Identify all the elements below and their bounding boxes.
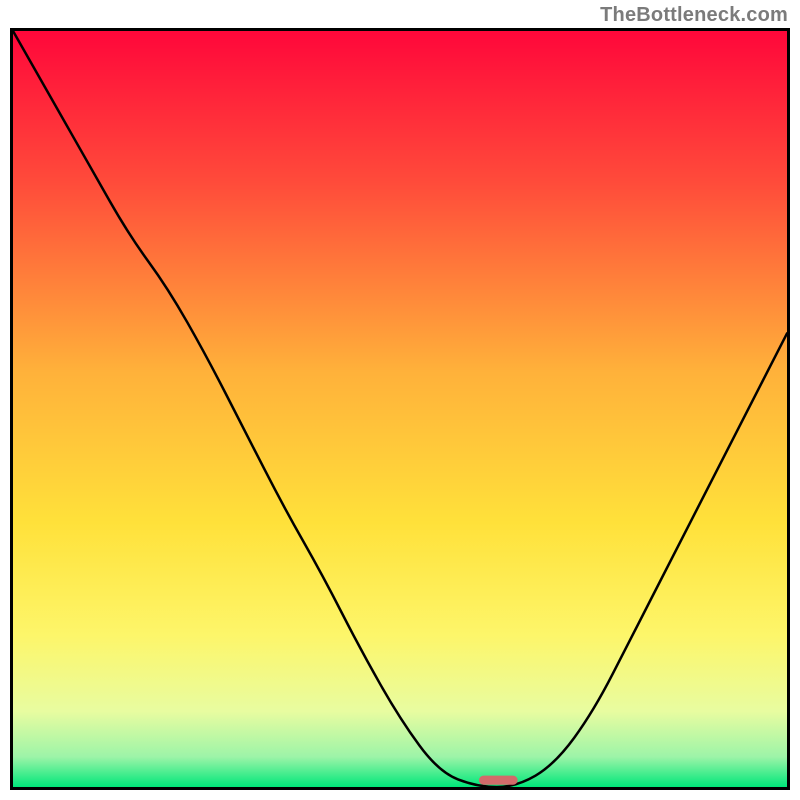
optimal-point-marker <box>479 776 518 785</box>
chart-container: TheBottleneck.com <box>0 0 800 800</box>
bottleneck-curve <box>13 31 787 787</box>
attribution-text: TheBottleneck.com <box>600 4 788 27</box>
plot-area <box>10 28 790 790</box>
